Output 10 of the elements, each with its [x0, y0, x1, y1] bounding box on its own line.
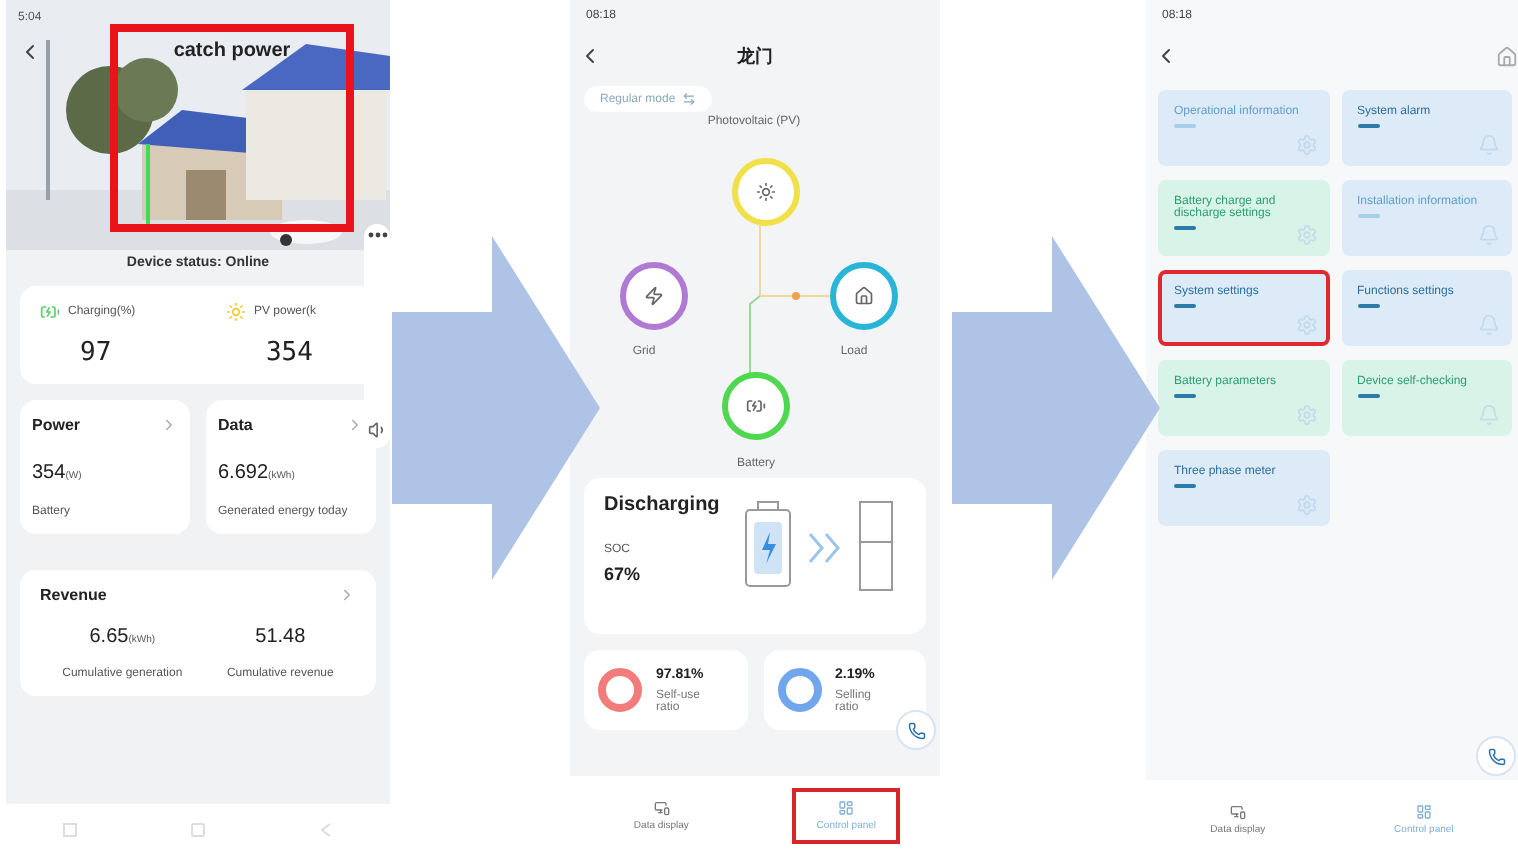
battery-state: Discharging [604, 494, 720, 516]
metric-value: 97 [78, 338, 114, 368]
revenue-value: 51.48 [255, 624, 306, 652]
screen-title: 龙门 [737, 43, 773, 69]
card-title: Data [218, 416, 253, 434]
card-title: Power [32, 416, 81, 434]
card-title: Revenue [40, 586, 107, 604]
app-title: catch power [173, 40, 291, 64]
metric-value: 354 [263, 338, 315, 368]
soc-value: 67% [604, 564, 643, 584]
